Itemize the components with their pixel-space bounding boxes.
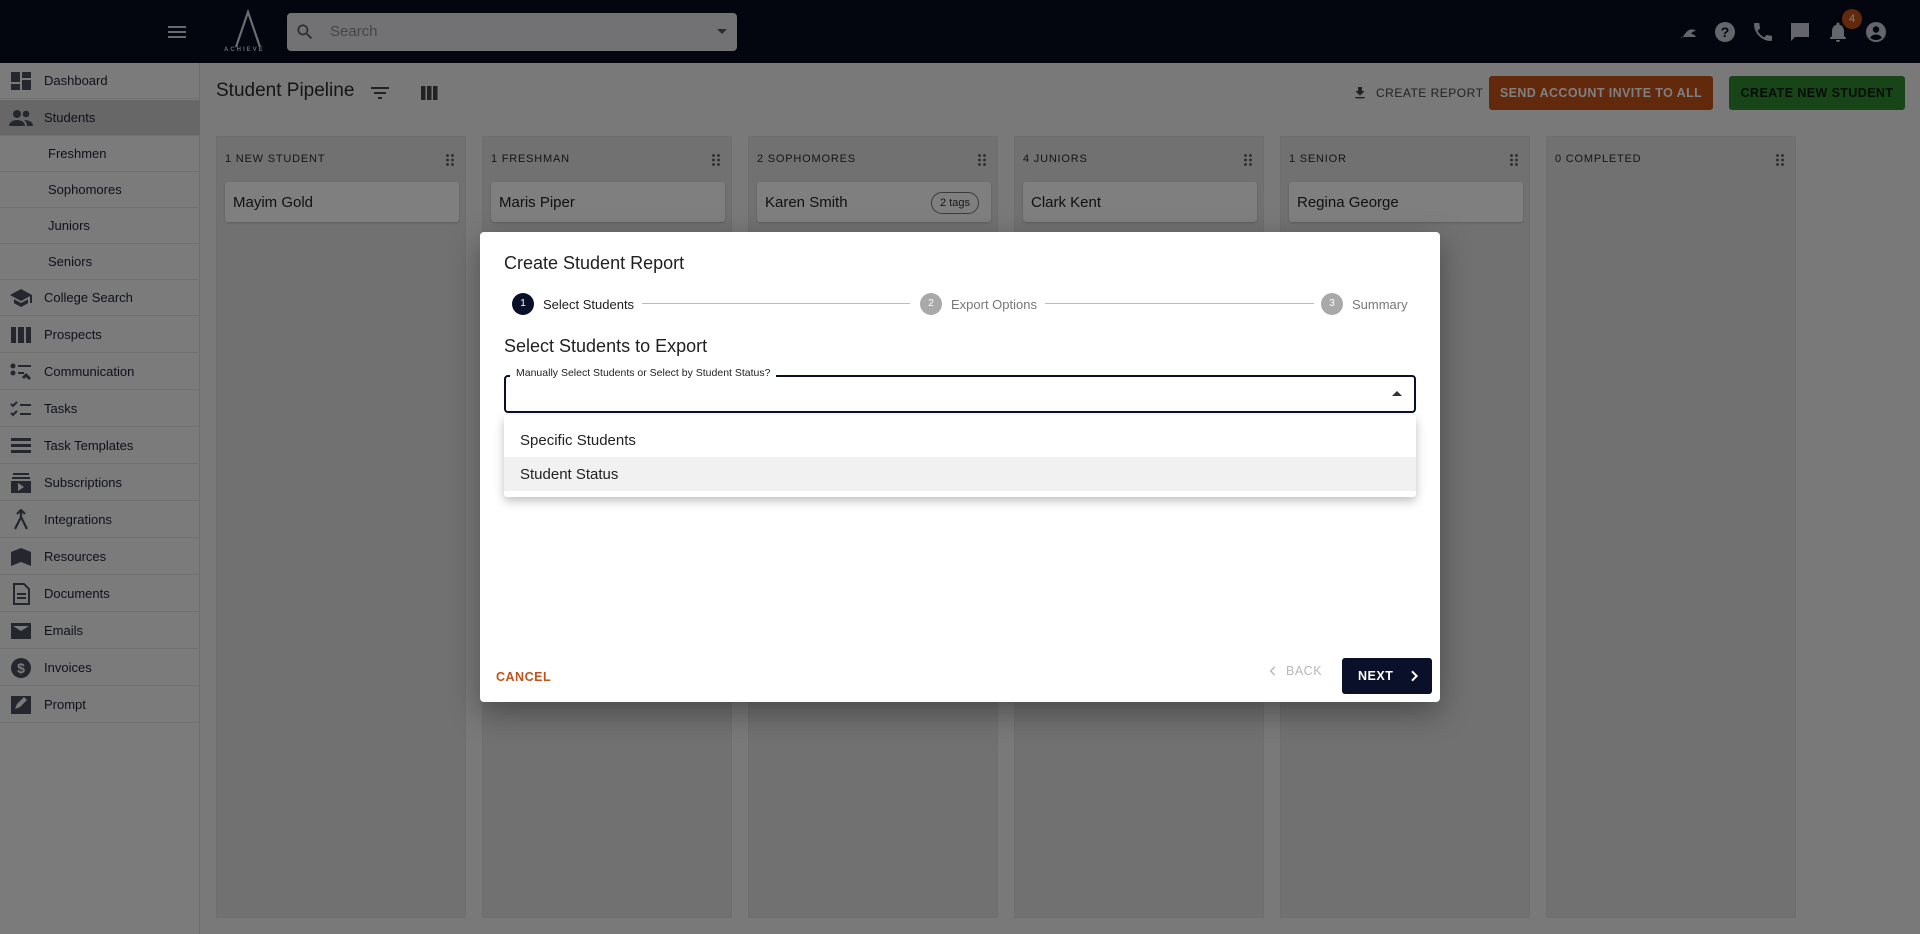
chevron-right-icon [1406, 668, 1422, 684]
step-number: 3 [1321, 293, 1343, 315]
option-student-status[interactable]: Student Status [504, 457, 1416, 491]
step-label: Summary [1352, 296, 1408, 312]
step-connector [1045, 303, 1314, 304]
next-button[interactable]: NEXT [1342, 658, 1432, 694]
step-select-students: 1 Select Students [512, 293, 634, 315]
cancel-button[interactable]: CANCEL [496, 664, 551, 690]
select-label: Manually Select Students or Select by St… [510, 367, 777, 379]
back-label: BACK [1286, 664, 1323, 678]
option-label: Student Status [520, 466, 619, 483]
section-title: Select Students to Export [504, 336, 708, 356]
step-label: Select Students [543, 296, 635, 312]
next-label: NEXT [1358, 669, 1394, 683]
selection-method-select[interactable] [504, 375, 1416, 413]
step-number: 1 [512, 293, 534, 315]
chevron-left-icon [1269, 666, 1276, 676]
selection-method-menu: Specific Students Student Status [504, 415, 1416, 497]
dialog-title: Create Student Report [504, 253, 685, 273]
step-label: Export Options [951, 296, 1037, 312]
back-button[interactable]: BACK [1266, 664, 1322, 678]
caret-up-icon[interactable] [1392, 391, 1402, 396]
option-specific-students[interactable]: Specific Students [504, 423, 1416, 457]
step-export-options: 2 Export Options [920, 293, 1037, 315]
step-number: 2 [920, 293, 942, 315]
option-label: Specific Students [520, 432, 636, 449]
step-connector [642, 303, 910, 304]
step-summary: 3 Summary [1321, 293, 1408, 315]
